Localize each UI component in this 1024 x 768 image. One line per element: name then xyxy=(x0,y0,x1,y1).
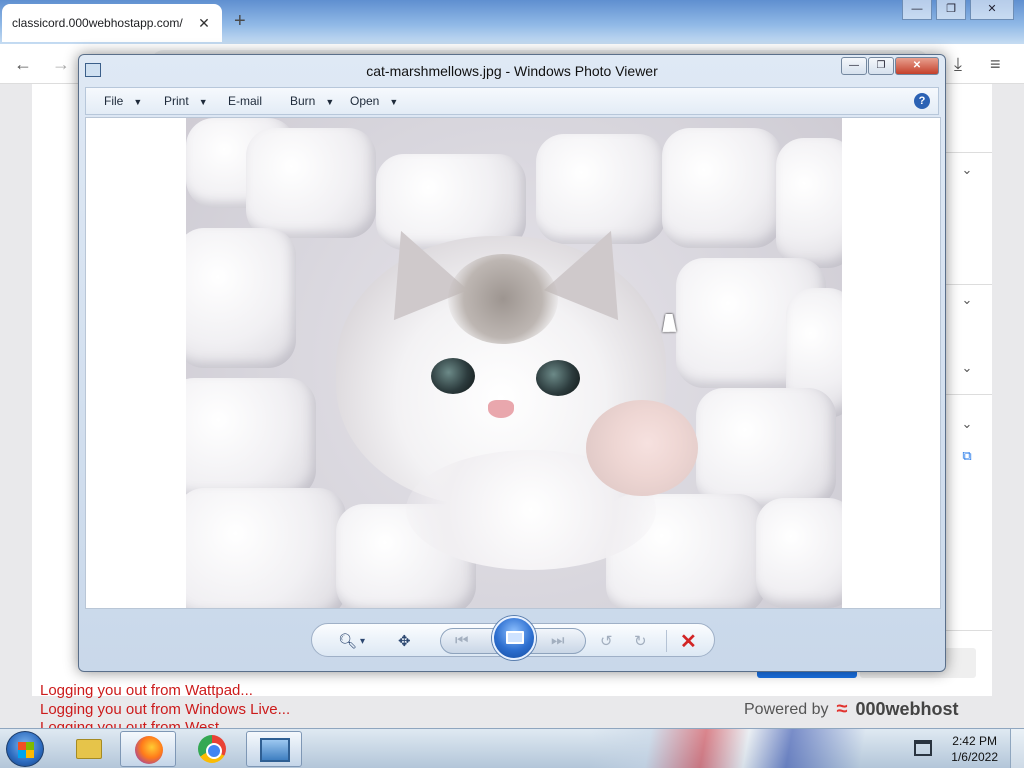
previous-icon[interactable]: ⏮ xyxy=(455,632,469,649)
tab-close-icon[interactable]: ✕ xyxy=(196,15,212,32)
new-tab-button[interactable]: + xyxy=(234,10,246,33)
chrome-icon xyxy=(198,735,226,763)
chevron-down-icon: ▼ xyxy=(389,97,399,107)
cat-paw xyxy=(586,400,698,496)
actual-size-icon[interactable]: ✥ xyxy=(398,632,411,650)
windows-logo-icon xyxy=(18,742,34,758)
taskbar-clock[interactable]: 2:42 PM 1/6/2022 xyxy=(951,733,998,765)
menu-open-label: Open xyxy=(350,94,380,108)
firefox-icon xyxy=(135,736,163,764)
select-caret-icon[interactable]: ⌄ xyxy=(952,360,982,382)
chevron-down-icon: ▼ xyxy=(133,97,143,107)
wallpaper-strip xyxy=(590,729,890,768)
viewer-maximize-button[interactable]: ❐ xyxy=(868,57,894,75)
slideshow-icon xyxy=(506,631,524,644)
menu-burn-label: Burn xyxy=(290,94,316,108)
log-line: Logging you out from West... xyxy=(40,719,232,728)
menu-email[interactable]: E-mail xyxy=(228,94,262,108)
browser-window-controls: — ❐ ✕ xyxy=(902,0,1014,20)
slideshow-button[interactable] xyxy=(492,616,536,660)
taskbar-photo-viewer[interactable] xyxy=(246,731,302,767)
viewer-menu-bar: File ▼ Print ▼ E-mail Burn ▼ Open ▼ ? xyxy=(85,87,939,115)
delete-icon[interactable]: ✕ xyxy=(680,629,697,654)
chevron-down-icon: ▼ xyxy=(198,97,208,107)
photo-viewer-icon xyxy=(260,738,290,762)
log-line: Logging you out from Wattpad... xyxy=(40,682,253,699)
photo-viewer-window: cat-marshmellows.jpg - Windows Photo Vie… xyxy=(78,54,946,672)
forward-arrow-icon[interactable]: → xyxy=(52,54,70,75)
menu-open[interactable]: Open ▼ xyxy=(350,94,398,108)
viewer-bottom-toolbar: 🔍︎ ▾ ✥ ⏮ ⏭ ↺ ↻ ✕ xyxy=(311,616,715,660)
browser-menu-icon[interactable]: ≡ xyxy=(990,54,1001,75)
tab-title: classicord.000webhostapp.com/ xyxy=(12,16,183,30)
rotate-clockwise-icon[interactable]: ↻ xyxy=(634,632,647,650)
back-arrow-icon[interactable]: ← xyxy=(14,54,32,75)
taskbar-chrome[interactable] xyxy=(184,731,240,767)
folder-icon xyxy=(76,739,102,759)
show-desktop-button[interactable] xyxy=(1010,729,1024,768)
cat-marshmallows-photo xyxy=(186,118,842,608)
start-button[interactable] xyxy=(6,731,44,767)
clock-time: 2:42 PM xyxy=(952,734,997,748)
browser-restore-button[interactable]: ❐ xyxy=(936,0,966,20)
menu-file-label: File xyxy=(104,94,124,108)
zoom-chevron-icon[interactable]: ▾ xyxy=(360,636,365,647)
next-icon[interactable]: ⏭ xyxy=(551,632,565,649)
network-icon[interactable] xyxy=(914,740,932,756)
menu-file[interactable]: File ▼ xyxy=(104,94,142,108)
viewer-minimize-button[interactable]: — xyxy=(841,57,867,75)
browser-tab-strip: classicord.000webhostapp.com/ ✕ + — ❐ ✕ xyxy=(0,0,1024,44)
select-caret-icon[interactable]: ⌄ xyxy=(952,292,982,314)
window-title: cat-marshmellows.jpg - Windows Photo Vie… xyxy=(366,63,658,79)
brand-name: 000webhost xyxy=(855,699,959,719)
000webhost-logo-icon: ≈ xyxy=(836,698,848,720)
menu-print-label: Print xyxy=(164,94,189,108)
viewer-close-button[interactable]: ✕ xyxy=(895,57,939,75)
menu-print[interactable]: Print ▼ xyxy=(164,94,208,108)
chevron-down-icon: ▼ xyxy=(325,97,335,107)
help-icon[interactable]: ? xyxy=(914,93,930,109)
image-canvas[interactable] xyxy=(85,117,941,609)
cat-nose xyxy=(488,400,514,418)
select-caret-icon[interactable]: ⌄ xyxy=(952,416,982,438)
download-icon[interactable]: ⤓ xyxy=(954,54,962,75)
browser-close-button[interactable]: ✕ xyxy=(970,0,1014,20)
taskbar-explorer[interactable] xyxy=(60,731,116,767)
taskbar: 2:42 PM 1/6/2022 xyxy=(0,728,1024,768)
browser-minimize-button[interactable]: — xyxy=(902,0,932,20)
select-caret-icon[interactable]: ⌄ xyxy=(952,162,982,184)
rotate-counterclockwise-icon[interactable]: ↺ xyxy=(600,632,613,650)
cat-eye xyxy=(536,360,580,396)
viewer-window-controls: — ❐ ✕ xyxy=(841,57,939,75)
log-line: Logging you out from Windows Live... xyxy=(40,701,291,718)
powered-by-footer[interactable]: Powered by ≈ 000webhost xyxy=(744,698,959,721)
zoom-icon[interactable]: 🔍︎ xyxy=(338,632,357,650)
browser-tab[interactable]: classicord.000webhostapp.com/ ✕ xyxy=(2,4,222,42)
toolbar-divider xyxy=(666,630,667,652)
external-link-icon[interactable]: ⧉ xyxy=(952,448,982,470)
menu-burn[interactable]: Burn ▼ xyxy=(290,94,334,108)
clock-date: 1/6/2022 xyxy=(951,750,998,764)
taskbar-firefox[interactable] xyxy=(120,731,176,767)
menu-email-label: E-mail xyxy=(228,94,263,108)
powered-by-label: Powered by xyxy=(744,700,829,718)
cat-eye xyxy=(431,358,475,394)
